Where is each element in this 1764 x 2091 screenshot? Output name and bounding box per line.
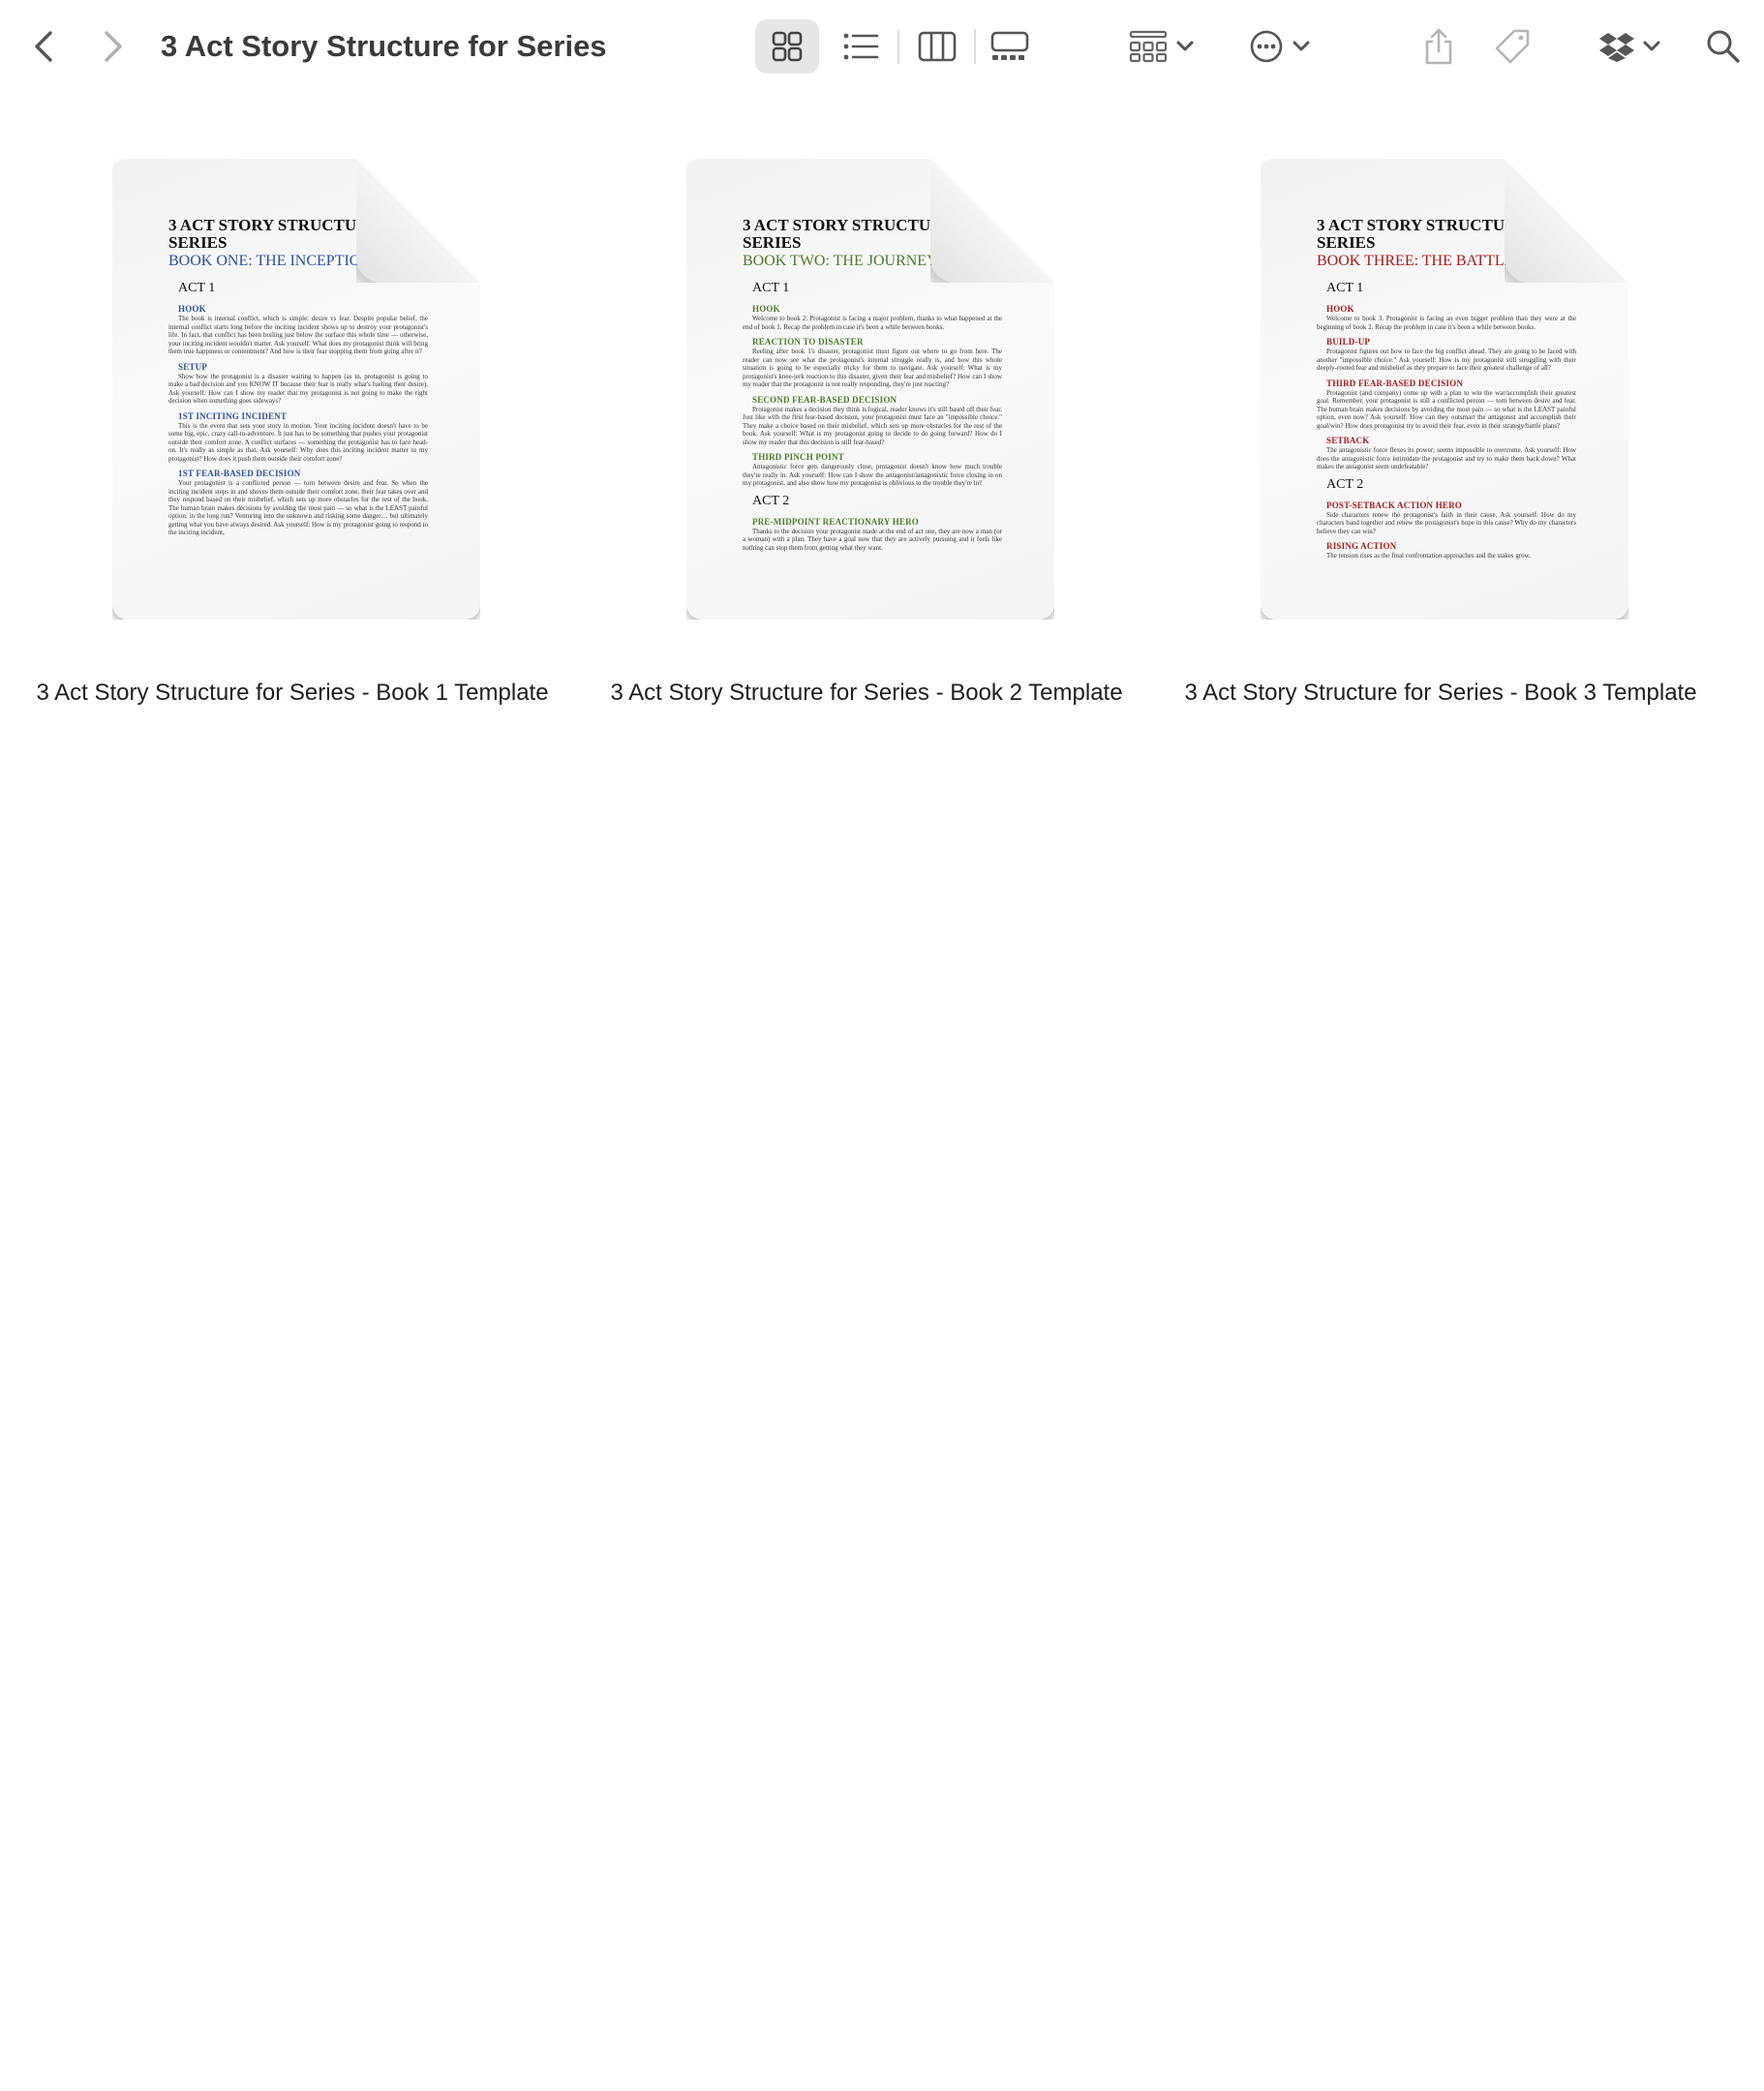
chevron-left-icon (35, 31, 52, 62)
preview-paragraph: The book is internal conflict, which is … (168, 315, 428, 355)
dropbox-button[interactable] (1592, 19, 1669, 74)
preview-heading: THIRD PINCH POINT (752, 452, 844, 462)
preview-paragraph: Protagonist makes a decision they think … (743, 405, 1002, 446)
file-name[interactable]: 3 Act Story Structure for Series - Book … (582, 680, 1151, 707)
preview-paragraph: The antagonistic force flexes its power;… (1317, 446, 1576, 470)
preview-heading: BUILD-UP (1326, 337, 1371, 347)
toolbar-divider (974, 29, 976, 64)
chevron-right-icon (105, 31, 122, 62)
share-button[interactable] (1410, 19, 1468, 74)
file-thumbnail[interactable]: 3 ACT STORY STRUCTURE SERIES BOOK THREE:… (1261, 159, 1628, 620)
tags-button[interactable] (1483, 19, 1541, 74)
page-curl (356, 159, 480, 283)
action-menu-button[interactable] (1241, 19, 1319, 74)
page-curl (1505, 159, 1628, 283)
preview-paragraph: Reeling after book 1's disaster, protago… (743, 348, 1002, 388)
preview-paragraph: Protagonist (and company) come up with a… (1317, 388, 1576, 430)
preview-heading: SECOND FEAR-BASED DECISION (752, 394, 897, 405)
preview-paragraph: The tension rises as the final confronta… (1326, 552, 1532, 560)
preview-act: ACT 2 (752, 493, 790, 508)
preview-heading: SETUP (178, 361, 208, 372)
preview-heading: REACTION TO DISASTER (752, 337, 864, 347)
preview-paragraph: Side characters renew the protagonist's … (1317, 510, 1576, 535)
preview-heading: SETBACK (1326, 436, 1370, 445)
preview-paragraph: Antagonistic force gets dangerously clos… (743, 463, 1002, 487)
file-item[interactable]: 3 ACT STORY STRUCTURE SERIES BOOK THREE:… (1156, 145, 1725, 726)
preview-paragraph: Thanks to the decision your protagonist … (743, 527, 1002, 552)
file-name[interactable]: 3 Act Story Structure for Series - Book … (1156, 680, 1725, 707)
view-as-list-button[interactable] (829, 19, 893, 74)
preview-heading: 1ST FEAR-BASED DECISION (178, 469, 301, 478)
preview-paragraph: Protagonist figures out how to face the … (1317, 348, 1576, 372)
preview-paragraph: Welcome to book 2. Protagonist is facing… (743, 315, 1002, 331)
group-by-button[interactable] (1123, 19, 1201, 74)
preview-heading: 1ST INCITING INCIDENT (178, 410, 288, 421)
file-thumbnail[interactable]: 3 ACT STORY STRUCTURE SERIES BOOK TWO: T… (686, 159, 1054, 620)
preview-heading: HOOK (752, 304, 780, 314)
preview-heading: POST-SETBACK ACTION HERO (1326, 500, 1463, 510)
grid-icon (772, 31, 803, 62)
view-as-gallery-button[interactable] (978, 19, 1042, 74)
preview-heading: PRE-MIDPOINT REACTIONARY HERO (752, 516, 919, 527)
forward-button[interactable] (89, 19, 136, 74)
columns-icon (918, 31, 957, 62)
page-curl (930, 159, 1054, 283)
group-by-icon (1129, 30, 1168, 63)
finder-toolbar: 3 Act Story Structure for Series (0, 0, 1764, 93)
list-icon (843, 33, 879, 60)
window-title: 3 Act Story Structure for Series (161, 29, 607, 63)
preview-heading: HOOK (1326, 304, 1354, 314)
search-button[interactable] (1696, 19, 1750, 74)
preview-paragraph: Your protagonist is a conflicted person … (168, 479, 428, 536)
view-as-icons-button[interactable] (755, 19, 819, 74)
preview-paragraph: This is the event that sets your story i… (168, 421, 428, 463)
preview-heading: THIRD FEAR-BASED DECISION (1326, 378, 1464, 388)
gallery-icon (990, 31, 1029, 60)
back-button[interactable] (21, 19, 68, 74)
preview-heading: RISING ACTION (1326, 541, 1397, 551)
preview-heading: HOOK (178, 304, 206, 314)
ellipsis-circle-icon (1250, 30, 1283, 63)
tag-icon (1495, 29, 1530, 64)
toolbar-divider (897, 29, 899, 64)
file-thumbnail[interactable]: 3 ACT STORY STRUCTURE SERIES BOOK ONE: T… (112, 159, 480, 620)
search-icon (1707, 30, 1740, 63)
share-icon (1425, 28, 1452, 65)
chevron-down-icon (1176, 41, 1194, 51)
file-item[interactable]: 3 ACT STORY STRUCTURE SERIES BOOK ONE: T… (8, 145, 577, 726)
preview-paragraph: Welcome to book 3. Protagonist is facing… (1317, 315, 1576, 331)
file-name[interactable]: 3 Act Story Structure for Series - Book … (8, 680, 577, 707)
preview-act: ACT 2 (1326, 476, 1364, 492)
chevron-down-icon (1293, 41, 1310, 51)
preview-paragraph: Show how the protagonist is a disaster w… (168, 372, 428, 406)
view-as-columns-button[interactable] (905, 19, 969, 74)
file-item[interactable]: 3 ACT STORY STRUCTURE SERIES BOOK TWO: T… (582, 145, 1151, 726)
chevron-down-icon (1643, 41, 1660, 51)
dropbox-icon (1599, 33, 1634, 62)
